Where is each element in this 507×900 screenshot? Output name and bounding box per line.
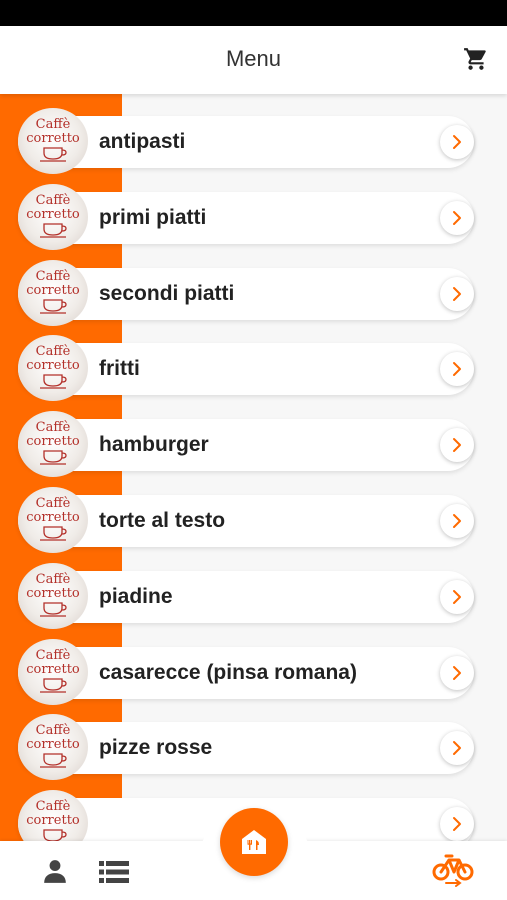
logo-text-bottom: corretto [26,283,80,298]
chevron-right-icon [453,135,461,149]
caffe-corretto-logo: Caffè corretto [18,259,88,326]
menu-category-label: casarecce (pinsa romana) [99,660,357,684]
menu-category-label: hamburger [99,433,209,457]
caffe-corretto-logo: Caffè corretto [18,638,88,705]
logo-text-bottom: corretto [26,586,80,601]
cart-icon[interactable] [463,46,489,72]
caffe-corretto-logo: Caffè corretto [18,411,88,478]
chevron-right-icon [453,589,461,604]
menu-category-label: piadine [99,584,173,608]
menu-category-label: fritti [99,357,140,381]
logo-text-top: Caffè [36,496,71,511]
logo-text-bottom: corretto [26,813,80,828]
logo-text-top: Caffè [36,269,71,284]
home-fab-button[interactable] [220,808,288,876]
caffe-corretto-logo: Caffè corretto [18,487,88,553]
menu-category-label: secondi piatti [99,281,235,305]
app-header: Menu [0,26,507,94]
menu-category-item[interactable]: Caffè corretto secondi piatti [18,259,474,326]
chevron-right-button[interactable] [440,352,474,387]
logo-text-top: Caffè [36,344,71,359]
chevron-right-icon [453,741,461,756]
logo-text-top: Caffè [36,723,71,738]
status-bar [0,0,507,26]
logo-text-bottom: corretto [26,207,80,222]
logo-text-top: Caffè [36,648,71,663]
menu-category-item[interactable]: Caffè corretto pizze rosse [18,714,474,781]
chevron-right-button[interactable] [440,276,474,311]
logo-text-bottom: corretto [26,358,80,373]
caffe-corretto-logo: Caffè corretto [18,562,88,629]
chevron-right-button[interactable] [440,579,474,614]
chevron-right-button[interactable] [440,504,474,538]
chevron-right-icon [453,817,461,832]
chevron-right-button[interactable] [440,807,474,841]
chevron-right-button[interactable] [440,428,474,463]
logo-text-top: Caffè [36,572,71,587]
menu-category-label: torte al testo [99,509,226,532]
menu-category-item[interactable]: Caffè corretto piadine [18,562,474,629]
logo-text-bottom: corretto [26,131,80,146]
menu-category-item[interactable]: Caffè corretto casarecce (pinsa romana) [18,638,474,705]
restaurant-home-icon [242,830,266,854]
chevron-right-button[interactable] [440,125,474,159]
menu-category-item[interactable]: Caffè corretto hamburger [18,411,474,478]
chevron-right-icon [453,286,461,301]
menu-content: Caffè corretto antipasti Caffè corretto primi… [0,94,507,841]
logo-text-top: Caffè [36,117,71,132]
logo-text-bottom: corretto [26,737,80,752]
chevron-right-icon [453,514,461,528]
menu-category-label: pizze rosse [99,736,213,760]
person-icon[interactable] [42,858,68,884]
chevron-right-icon [453,665,461,680]
logo-text-top: Caffè [36,193,71,208]
chevron-right-icon [453,438,461,453]
chevron-right-icon [453,210,461,225]
chevron-right-icon [453,362,461,377]
caffe-corretto-logo: Caffè corretto [18,714,88,781]
logo-text-top: Caffè [36,420,71,435]
logo-text-bottom: corretto [26,510,80,525]
logo-text-top: Caffè [36,799,71,814]
menu-category-item[interactable]: Caffè corretto primi piatti [18,183,474,250]
chevron-right-button[interactable] [440,731,474,766]
logo-text-bottom: corretto [26,434,80,449]
bicycle-delivery-icon[interactable] [432,852,474,890]
chevron-right-button[interactable] [440,655,474,690]
menu-category-label: antipasti [99,130,186,153]
chevron-right-button[interactable] [440,200,474,235]
list-icon[interactable] [99,860,129,884]
menu-category-label: primi piatti [99,205,207,229]
logo-text-bottom: corretto [26,662,80,677]
page-title: Menu [225,46,282,71]
caffe-corretto-logo: Caffè corretto [18,335,88,402]
menu-category-item[interactable]: Caffè corretto fritti [18,335,474,402]
menu-category-item[interactable]: Caffè corretto torte al testo [18,487,474,553]
menu-category-item[interactable]: Caffè corretto antipasti [18,108,474,174]
caffe-corretto-logo: Caffè corretto [18,183,88,250]
caffe-corretto-logo: Caffè corretto [18,790,88,841]
caffe-corretto-logo: Caffè corretto [18,108,88,174]
